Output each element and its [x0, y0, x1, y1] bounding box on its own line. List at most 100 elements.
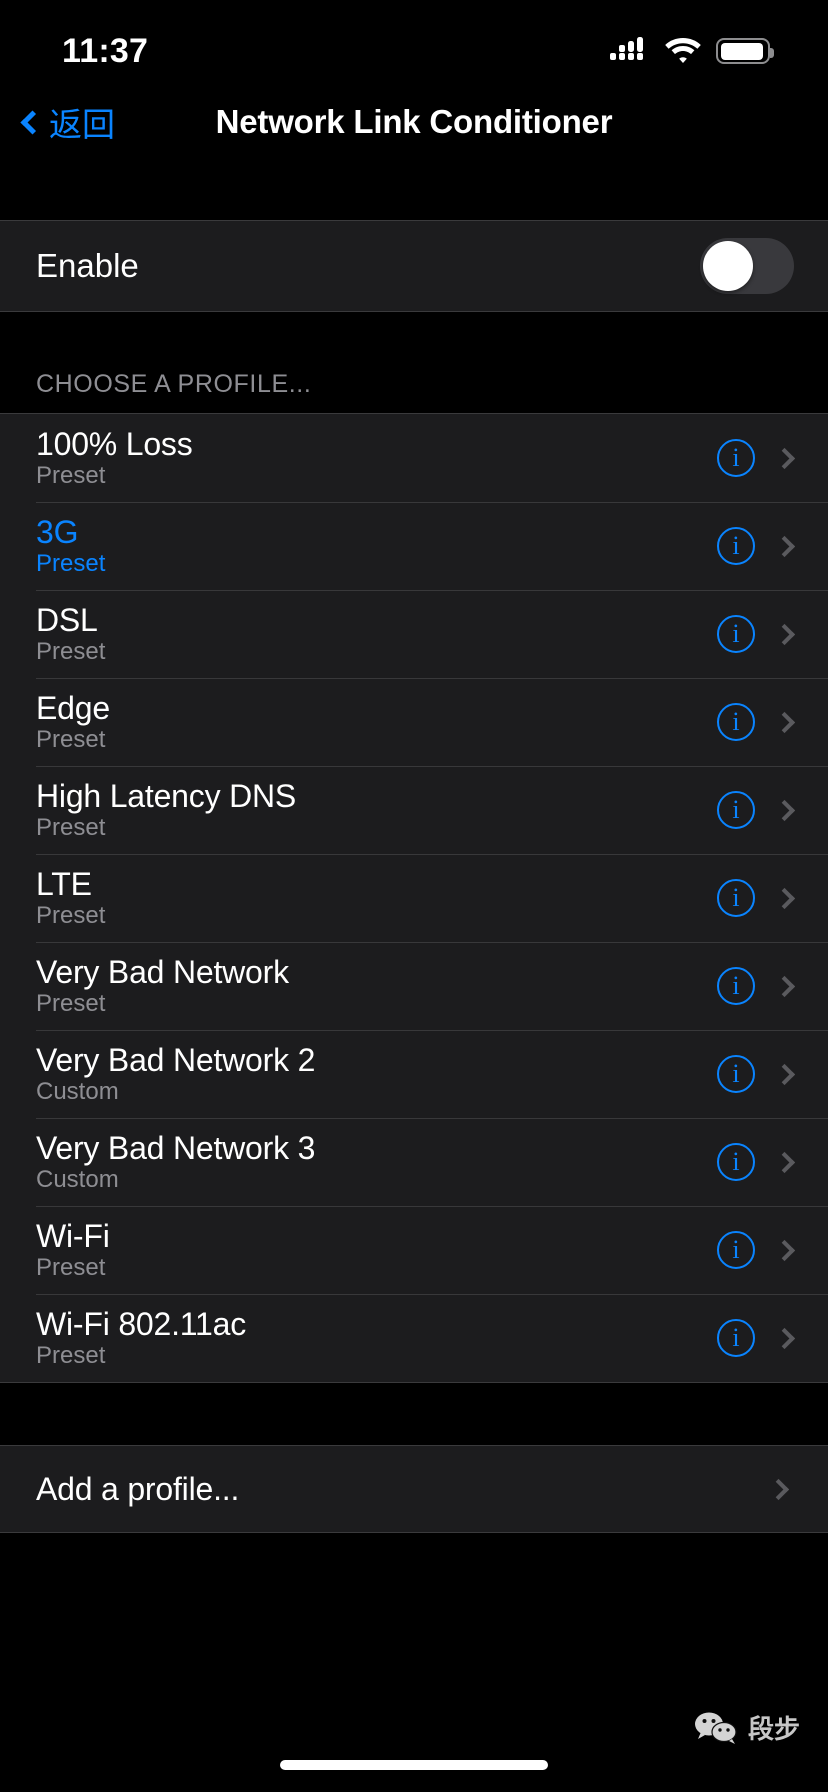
add-profile-group: Add a profile... — [0, 1445, 828, 1533]
profile-row-texts: High Latency DNS Preset — [36, 777, 717, 842]
profile-subtitle: Preset — [36, 726, 106, 754]
profile-title: Wi-Fi — [36, 1217, 110, 1254]
chevron-right-icon — [773, 975, 796, 997]
info-circle-icon[interactable]: i — [717, 1055, 755, 1093]
profile-subtitle: Preset — [36, 1254, 106, 1282]
profile-row[interactable]: 100% Loss Preset i — [0, 414, 828, 502]
profile-row[interactable]: 3G Preset i — [0, 502, 828, 590]
enable-group: Enable — [0, 220, 828, 312]
profile-row-accessories: i — [717, 967, 798, 1005]
enable-toggle[interactable] — [700, 238, 794, 294]
chevron-right-icon — [773, 1239, 796, 1261]
profile-row-texts: 3G Preset — [36, 513, 717, 578]
info-circle-icon[interactable]: i — [717, 615, 755, 653]
info-circle-icon[interactable]: i — [717, 1319, 755, 1357]
profile-title: DSL — [36, 601, 98, 638]
chevron-right-icon — [773, 799, 796, 821]
profile-subtitle: Custom — [36, 1078, 119, 1106]
home-indicator[interactable] — [280, 1760, 548, 1770]
profile-title: 100% Loss — [36, 425, 193, 462]
enable-row[interactable]: Enable — [0, 221, 828, 311]
profile-subtitle: Preset — [36, 462, 106, 490]
chevron-right-icon — [773, 1063, 796, 1085]
profile-row[interactable]: DSL Preset i — [0, 590, 828, 678]
chevron-right-icon — [773, 1151, 796, 1173]
profile-row-accessories: i — [717, 1231, 798, 1269]
profile-title: Very Bad Network — [36, 953, 289, 990]
profile-title: Wi-Fi 802.11ac — [36, 1305, 247, 1342]
add-profile-row[interactable]: Add a profile... — [0, 1446, 828, 1532]
profile-row-accessories: i — [717, 1319, 798, 1357]
profile-row-accessories: i — [717, 1055, 798, 1093]
profile-row-accessories: i — [717, 615, 798, 653]
profile-row-texts: Wi-Fi Preset — [36, 1217, 717, 1282]
status-time: 11:37 — [62, 31, 149, 70]
profile-row[interactable]: Very Bad Network 2 Custom i — [0, 1030, 828, 1118]
spacer-bottom — [0, 1383, 828, 1445]
info-circle-icon[interactable]: i — [717, 1143, 755, 1181]
profile-row[interactable]: Wi-Fi Preset i — [0, 1206, 828, 1294]
wechat-watermark: 段步 — [694, 1709, 800, 1746]
profile-row[interactable]: Very Bad Network 3 Custom i — [0, 1118, 828, 1206]
profile-row[interactable]: Edge Preset i — [0, 678, 828, 766]
profile-title: High Latency DNS — [36, 777, 297, 814]
profile-row-texts: Edge Preset — [36, 689, 717, 754]
profile-subtitle: Preset — [36, 814, 106, 842]
profile-row-accessories: i — [717, 439, 798, 477]
info-circle-icon[interactable]: i — [717, 439, 755, 477]
wifi-icon — [665, 38, 701, 63]
chevron-right-icon — [773, 535, 796, 557]
wechat-icon — [694, 1712, 737, 1744]
status-icons — [610, 37, 774, 65]
profile-subtitle: Preset — [36, 638, 106, 666]
battery-icon — [716, 38, 774, 64]
chevron-right-icon — [773, 1327, 796, 1349]
profile-subtitle: Preset — [36, 550, 106, 578]
profile-row[interactable]: Very Bad Network Preset i — [0, 942, 828, 1030]
chevron-right-icon — [773, 623, 796, 645]
phone-screen: 11:37 返回 Network Link Conditioner Enable… — [0, 0, 828, 1792]
info-circle-icon[interactable]: i — [717, 1231, 755, 1269]
info-circle-icon[interactable]: i — [717, 791, 755, 829]
profile-row-accessories: i — [717, 703, 798, 741]
profile-row-accessories: i — [717, 1143, 798, 1181]
enable-label: Enable — [36, 247, 139, 284]
info-circle-icon[interactable]: i — [717, 703, 755, 741]
profile-row-texts: 100% Loss Preset — [36, 425, 717, 490]
profiles-section-header: CHOOSE A PROFILE... — [0, 370, 828, 413]
toggle-knob — [703, 241, 753, 291]
chevron-right-icon — [767, 1478, 790, 1500]
profile-subtitle: Preset — [36, 990, 106, 1018]
profile-row-accessories: i — [717, 879, 798, 917]
status-bar: 11:37 — [0, 0, 828, 88]
watermark-text: 段步 — [747, 1714, 800, 1744]
info-circle-icon[interactable]: i — [717, 527, 755, 565]
profile-title: Very Bad Network 2 — [36, 1041, 316, 1078]
profile-title: Edge — [36, 689, 110, 726]
profile-row-accessories: i — [717, 791, 798, 829]
profile-title: 3G — [36, 513, 79, 550]
spacer-middle — [0, 312, 828, 370]
profile-row-texts: LTE Preset — [36, 865, 717, 930]
cellular-signal-icon — [610, 37, 643, 60]
profile-row[interactable]: High Latency DNS Preset i — [0, 766, 828, 854]
content-area: Enable CHOOSE A PROFILE... 100% Loss Pres… — [0, 156, 828, 1533]
profile-row[interactable]: Wi-Fi 802.11ac Preset i — [0, 1294, 828, 1382]
profile-row-texts: Wi-Fi 802.11ac Preset — [36, 1305, 717, 1368]
info-circle-icon[interactable]: i — [717, 879, 755, 917]
page-title: Network Link Conditioner — [215, 103, 613, 140]
info-circle-icon[interactable]: i — [717, 967, 755, 1005]
profile-title: LTE — [36, 865, 92, 902]
profile-subtitle: Preset — [36, 902, 106, 930]
chevron-right-icon — [773, 447, 796, 469]
profile-title: Very Bad Network 3 — [36, 1129, 316, 1166]
profile-row-texts: Very Bad Network 3 Custom — [36, 1129, 717, 1194]
chevron-right-icon — [773, 887, 796, 909]
profile-subtitle: Custom — [36, 1166, 119, 1194]
profiles-list: 100% Loss Preset i 3G Preset i DSL Preset i Edge P… — [0, 413, 828, 1383]
profile-row-texts: Very Bad Network 2 Custom — [36, 1041, 717, 1106]
navigation-bar: 返回 Network Link Conditioner — [0, 88, 828, 156]
add-profile-label: Add a profile... — [36, 1470, 240, 1507]
profile-row[interactable]: LTE Preset i — [0, 854, 828, 942]
profile-row-texts: Very Bad Network Preset — [36, 953, 717, 1018]
